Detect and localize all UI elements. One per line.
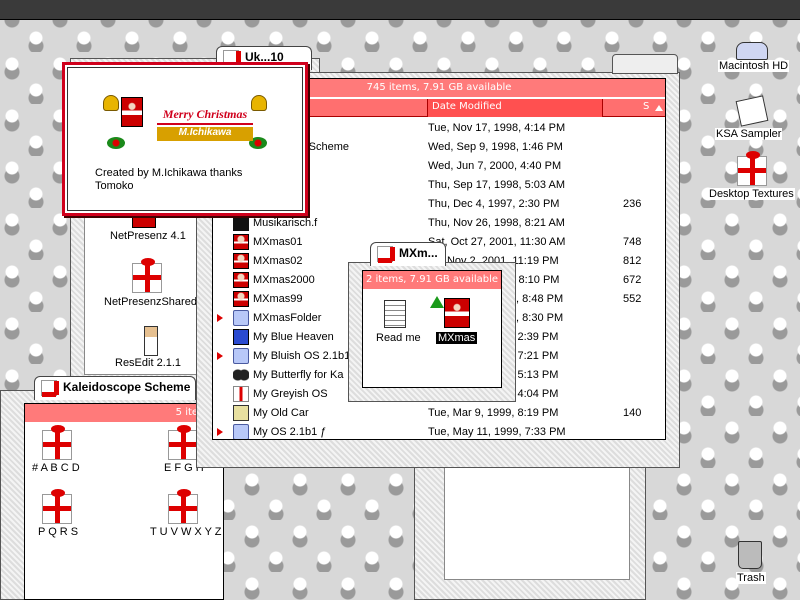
kaleido-item-icon[interactable] — [168, 425, 198, 460]
butterfly-icon — [233, 367, 249, 383]
gift-icon — [233, 386, 249, 402]
menu-bar[interactable] — [0, 0, 800, 20]
disclosure-triangle-icon[interactable] — [217, 314, 223, 322]
desktop-textures-icon[interactable] — [737, 151, 767, 186]
row-date: Wed, Sep 9, 1998, 1:46 PM — [428, 141, 563, 153]
kaleido-item-abcd[interactable]: # A B C D — [32, 462, 80, 474]
mxmas-window-tab[interactable]: MXm... — [370, 242, 446, 266]
kaleido-item-tuvwxyz[interactable]: T U V W X Y Z — [150, 526, 222, 538]
item-mxmas[interactable]: MXmas — [436, 332, 478, 344]
row-size: 140 — [623, 407, 642, 419]
trash-icon[interactable] — [738, 541, 762, 569]
splash-author: M.Ichikawa — [157, 127, 253, 141]
splash-credit-2: Tomoko — [95, 180, 134, 192]
santa-icon — [121, 97, 143, 127]
car-icon — [233, 405, 249, 421]
splash-dialog: Merry Christmas M.Ichikawa Created by M.… — [62, 62, 308, 216]
mxmas-window-title: MXm... — [399, 246, 438, 260]
row-date: Wed, Jun 7, 2000, 4:40 PM — [428, 160, 562, 172]
kaleido-item-icon[interactable] — [42, 425, 72, 460]
santa-icon — [233, 253, 249, 269]
lower-window-content — [444, 450, 630, 580]
row-date: Tue, Nov 17, 1998, 4:14 PM — [428, 122, 566, 134]
list-row[interactable]: My Old Car Tue, Mar 9, 1999, 8:19 PM 140 — [213, 404, 653, 423]
row-date: Thu, Nov 26, 1998, 8:21 AM — [428, 217, 565, 229]
folder-icon — [377, 246, 395, 263]
santa-icon — [233, 291, 249, 307]
ksa-sampler-icon[interactable] — [735, 95, 769, 127]
column-header-size[interactable]: S — [641, 99, 653, 117]
folder-icon — [233, 310, 249, 326]
splash-divider — [157, 123, 253, 125]
row-date: Sat, Oct 27, 2001, 11:30 AM — [428, 236, 566, 248]
folder-icon — [41, 380, 59, 397]
desktop-icon-desktop-textures[interactable]: Desktop Textures — [708, 188, 795, 200]
splash-title: Merry Christmas — [162, 107, 248, 121]
kaleido-status-bar: 5 items — [25, 404, 223, 422]
item-read-me[interactable]: Read me — [376, 332, 421, 344]
book-icon — [233, 329, 249, 345]
kaleido-window-tab[interactable]: Kaleidoscope Scheme — [34, 376, 196, 400]
hard-drive-icon[interactable] — [736, 42, 768, 60]
kaleido-window-title: Kaleidoscope Scheme — [63, 380, 191, 394]
row-date: Thu, Sep 17, 1998, 5:03 AM — [428, 179, 565, 191]
tree-icon — [430, 296, 444, 308]
resedit-icon[interactable] — [144, 326, 158, 356]
column-header-date[interactable]: Date Modified — [427, 99, 603, 117]
splash-credit-1: Created by M.Ichikawa thanks — [95, 167, 243, 179]
row-name: My Old Car — [253, 407, 309, 419]
bell-icon — [103, 95, 119, 111]
holly-icon — [107, 137, 125, 149]
row-size: 236 — [623, 198, 642, 210]
kaleido-item-pqrs[interactable]: P Q R S — [38, 526, 78, 538]
item-netpresenz[interactable]: NetPresenz 4.1 — [110, 230, 186, 242]
desktop-icon-trash[interactable]: Trash — [736, 572, 766, 584]
folder-icon — [233, 348, 249, 364]
row-size: 552 — [623, 293, 642, 305]
mxmas-app-icon[interactable] — [444, 298, 470, 328]
disclosure-triangle-icon[interactable] — [217, 428, 223, 436]
row-date: Tue, May 11, 1999, 7:33 PM — [428, 426, 566, 438]
row-date: Thu, Dec 4, 1997, 2:30 PM — [428, 198, 560, 210]
kaleido-item-icon[interactable] — [42, 489, 72, 524]
desktop-icon-macintosh-hd[interactable]: Macintosh HD — [718, 60, 790, 72]
sort-direction-icon[interactable] — [655, 105, 663, 111]
santa-icon — [233, 234, 249, 250]
mxmas-window-content: 2 items, 7.91 GB available — [362, 270, 502, 388]
row-name: My OS 2.1b1 ƒ — [253, 426, 327, 438]
desktop-icon-ksa-sampler[interactable]: KSA Sampler — [715, 128, 783, 140]
list-window-title-bar[interactable] — [612, 54, 678, 74]
mxmas-status-bar: 2 items, 7.91 GB available — [363, 271, 501, 289]
row-date: Tue, Mar 9, 1999, 8:19 PM — [428, 407, 559, 419]
netpresenzshared-icon[interactable] — [132, 258, 162, 293]
list-row[interactable]: Musikarisch.f Thu, Nov 26, 1998, 8:21 AM — [213, 214, 653, 233]
row-size: 748 — [623, 236, 642, 248]
document-icon[interactable] — [384, 300, 406, 328]
row-size: 812 — [623, 255, 642, 267]
list-row[interactable]: My OS 2.1b1 ƒ Tue, May 11, 1999, 7:33 PM — [213, 423, 653, 439]
row-size: 672 — [623, 274, 642, 286]
santa-icon — [233, 272, 249, 288]
item-resedit[interactable]: ResEdit 2.1.1 — [115, 357, 181, 369]
kaleido-item-icon[interactable] — [168, 489, 198, 524]
row-name: Musikarisch.f — [253, 217, 318, 229]
item-netpresenzshared[interactable]: NetPresenzShared — [104, 296, 197, 308]
disclosure-triangle-icon[interactable] — [217, 352, 223, 360]
folder-icon — [233, 424, 249, 439]
application-icon — [233, 215, 249, 231]
